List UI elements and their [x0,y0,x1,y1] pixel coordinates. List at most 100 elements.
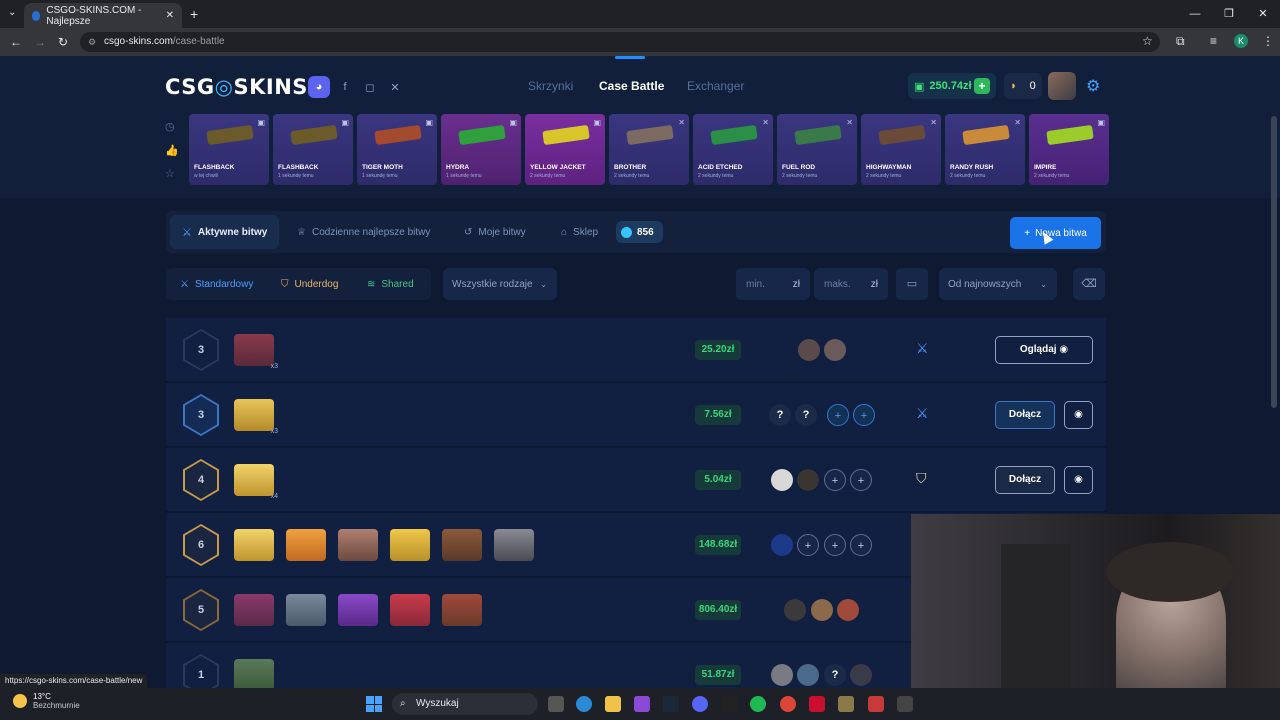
player-avatar[interactable] [824,339,846,361]
taskbar-search[interactable]: ⌕ Wyszukaj [392,693,538,715]
mode-shared[interactable]: ≋ Shared [367,268,414,300]
instagram-icon[interactable]: ◻ [359,76,381,98]
discord-taskbar-icon[interactable] [692,696,708,712]
drop-card[interactable]: ▣ FLASHBACK w tej chwili [189,114,269,185]
top-drops-thumb-icon[interactable]: 👍 [165,144,179,157]
site-logo[interactable]: CSG◎SKINS [165,75,308,99]
player-avatar[interactable] [771,664,793,686]
store-icon[interactable] [634,696,650,712]
player-avatar[interactable] [837,599,859,621]
join-slot-button[interactable]: + [797,534,819,556]
mode-standard[interactable]: ⚔ Standardowy [180,268,253,300]
watch-button[interactable]: Oglądaj ◉ [995,336,1093,364]
chrome-icon[interactable] [780,696,796,712]
site-info-icon[interactable]: ⚙ [88,32,96,52]
min-price-input[interactable]: min. zł [736,268,810,300]
facebook-icon[interactable]: f [334,76,356,98]
drop-card[interactable]: ▣ HYDRA 1 sekundę temu [441,114,521,185]
shield-app-icon[interactable] [868,696,884,712]
drop-card[interactable]: ✕ BROTHER 2 sekundy temu [609,114,689,185]
drop-card[interactable]: ✕ RANDY RUSH 2 sekundy temu [945,114,1025,185]
max-price-input[interactable]: maks. zł [814,268,888,300]
tab-shop[interactable]: ⌂ Sklep [561,211,598,253]
windows-start-icon[interactable] [366,696,382,712]
app-icon[interactable] [809,696,825,712]
forward-icon[interactable]: → [34,35,46,49]
coins-display[interactable]: ◗ 0 [1004,73,1042,99]
back-icon[interactable]: ← [10,35,22,49]
file-explorer-icon[interactable] [605,696,621,712]
battle-type-dropdown[interactable]: Wszystkie rodzaje ⌄ [443,268,557,300]
watch-eye-button[interactable]: ◉ [1064,401,1093,429]
player-avatar[interactable] [784,599,806,621]
browser-tab[interactable]: CSGO-SKINS.COM - Najlepsze ✕ [24,3,182,28]
tab-active-battles[interactable]: ⚔ Aktywne bitwy [170,215,280,249]
deposit-button[interactable]: + [974,78,990,94]
browser-menu-icon[interactable]: ⋮ [1262,34,1274,48]
nav-exchanger[interactable]: Exchanger [687,79,744,93]
join-button[interactable]: Dołącz [995,466,1055,494]
drop-card[interactable]: ▣ IMPIRE 2 sekundy temu [1029,114,1109,185]
player-avatar[interactable] [797,469,819,491]
drop-card[interactable]: ✕ ACID ETCHED 2 sekundy temu [693,114,773,185]
close-tab-icon[interactable]: ✕ [166,10,174,21]
extensions-icon[interactable]: ⧉ [1176,34,1185,49]
player-avatar[interactable] [797,664,819,686]
battle-row[interactable]: 3 x3 25.20zł ⚔ Oglądaj ◉ [166,318,1106,382]
media-control-icon[interactable]: ≡ [1210,34,1217,48]
join-slot-button[interactable]: + [850,534,872,556]
drop-card[interactable]: ✕ HIGHWAYMAN 2 sekundy temu [861,114,941,185]
tab-search-icon[interactable]: ⌄ [8,7,16,18]
restore-icon[interactable]: ❐ [1212,0,1246,28]
favorites-star-icon[interactable]: ☆ [165,167,175,180]
balance-display[interactable]: ▣ 250.74zł + [908,73,996,99]
bookmark-star-icon[interactable]: ☆ [1142,34,1153,48]
drop-card[interactable]: ▣ FLASHBACK 1 sekundę temu [273,114,353,185]
drop-card[interactable]: ✕ FUEL ROD 2 sekundy temu [777,114,857,185]
profile-avatar[interactable]: K [1234,34,1248,48]
drop-card[interactable]: ▣ YELLOW JACKET 2 sekundy temu [525,114,605,185]
tab-daily-best[interactable]: ♕ Codzienne najlepsze bitwy [297,211,430,253]
join-slot-button[interactable]: + [850,469,872,491]
player-avatar[interactable] [811,599,833,621]
nav-cases[interactable]: Skrzynki [528,79,573,93]
watch-eye-button[interactable]: ◉ [1064,466,1093,494]
steam-icon[interactable] [663,696,679,712]
sort-dropdown[interactable]: Od najnowszych ⌄ [939,268,1057,300]
tab-my-battles[interactable]: ↺ Moje bitwy [464,211,526,253]
discord-icon[interactable]: ◕ [308,76,330,98]
player-avatar[interactable] [850,664,872,686]
x-twitter-icon[interactable]: ✕ [384,76,406,98]
drop-card[interactable]: ▣ TIGER MOTH 1 sekundę temu [357,114,437,185]
join-slot-button[interactable]: + [827,404,849,426]
user-avatar[interactable] [1048,72,1076,100]
join-slot-button[interactable]: + [853,404,875,426]
mode-underdog[interactable]: ⛉ Underdog [281,268,338,300]
join-slot-button[interactable]: + [824,534,846,556]
reload-icon[interactable]: ↻ [58,35,68,49]
new-tab-icon[interactable]: + [190,6,198,22]
page-scrollbar[interactable] [1271,116,1277,408]
player-avatar[interactable] [771,469,793,491]
join-slot-button[interactable]: + [824,469,846,491]
recent-drops-clock-icon[interactable]: ◷ [165,120,175,133]
app-icon[interactable] [721,696,737,712]
url-field[interactable]: ⚙ csgo-skins.com/case-battle [80,32,1160,52]
clear-filters-eraser-icon[interactable]: ⌫ [1073,268,1105,300]
app-icon[interactable] [897,696,913,712]
player-avatar[interactable] [771,534,793,556]
battle-row[interactable]: 4 x4 5.04zł + + ⛉ Dołącz ◉ [166,448,1106,512]
nav-case-battle[interactable]: Case Battle [599,79,664,93]
weather-widget[interactable]: 13°C Bezchmurnie [13,692,80,710]
new-battle-button[interactable]: + Nowa bitwa [1010,217,1101,249]
app-icon[interactable] [838,696,854,712]
edge-icon[interactable] [576,696,592,712]
close-window-icon[interactable]: ✕ [1246,0,1280,28]
join-button[interactable]: Dołącz [995,401,1055,429]
calendar-filter-icon[interactable]: ▭ [896,268,928,300]
coin-count-badge[interactable]: 856 [616,221,663,243]
player-avatar[interactable] [798,339,820,361]
task-view-icon[interactable] [548,696,564,712]
spotify-icon[interactable] [750,696,766,712]
settings-gear-icon[interactable]: ⚙ [1086,76,1100,96]
